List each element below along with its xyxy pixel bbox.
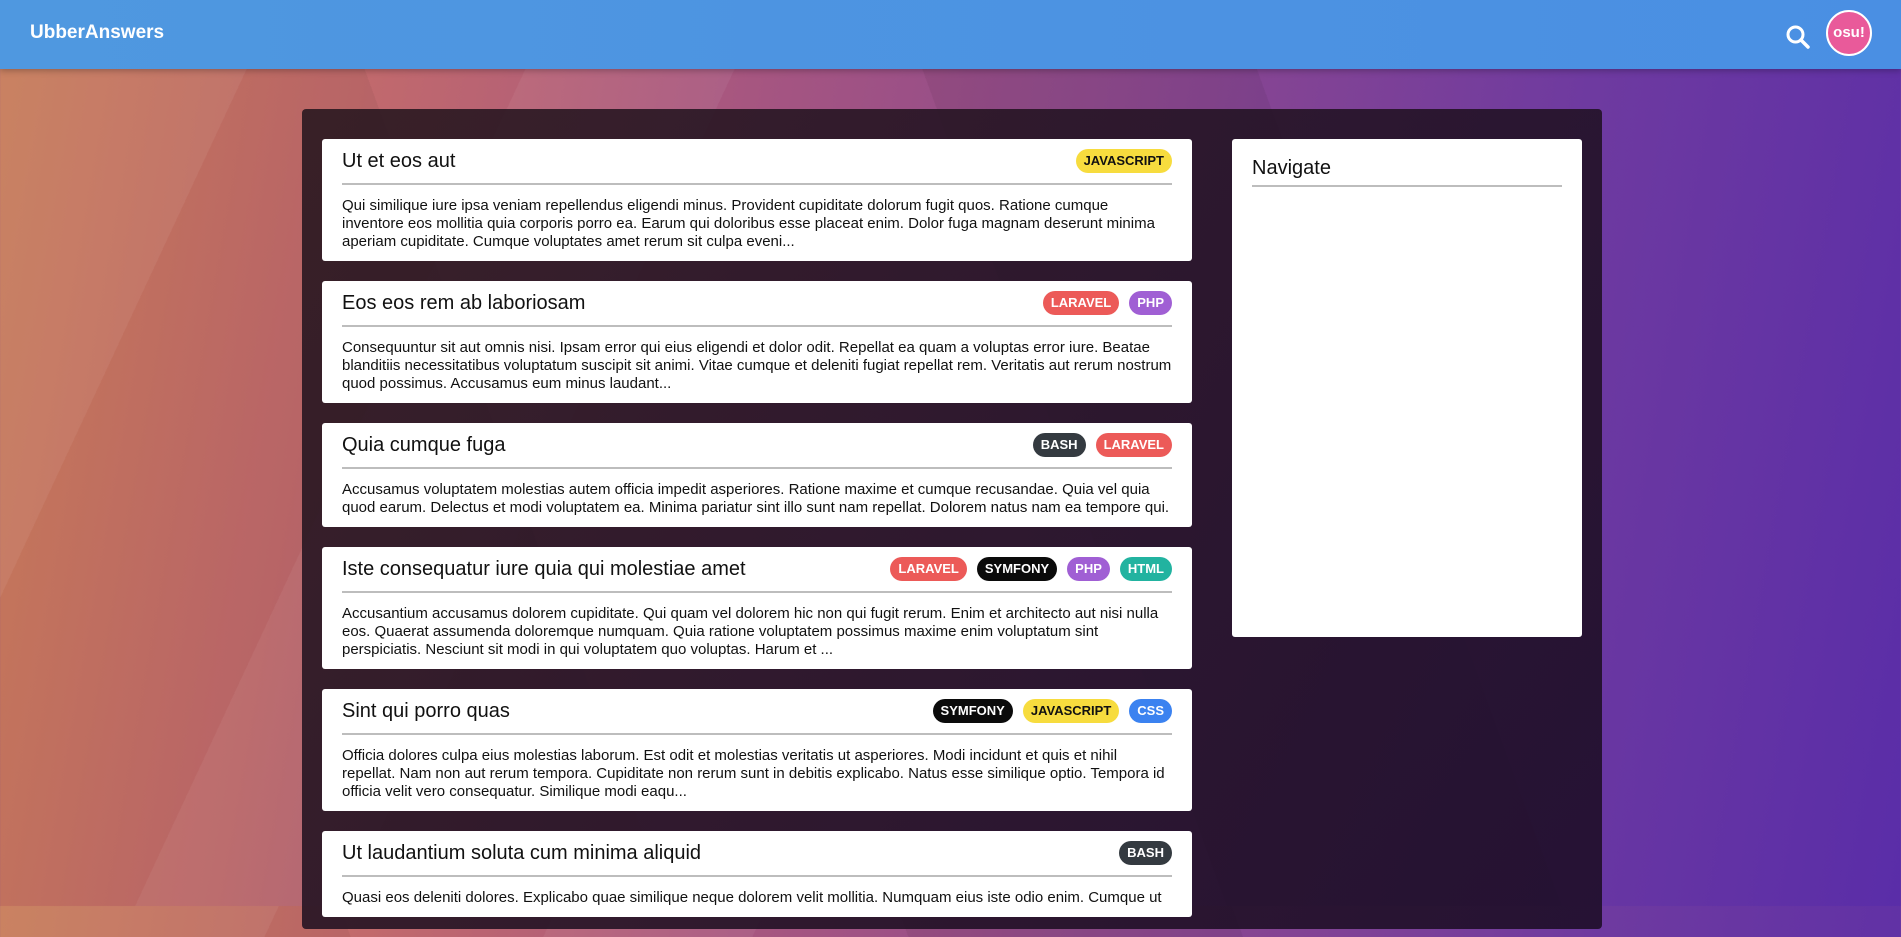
- post-card-header: Ut laudantium soluta cum minima aliquid B…: [342, 841, 1172, 877]
- tag-html[interactable]: HTML: [1119, 557, 1172, 581]
- post-card-header: Ut et eos aut JAVASCRIPT: [342, 149, 1172, 185]
- post-excerpt: Accusantium accusamus dolorem cupiditate…: [342, 605, 1159, 658]
- tag-list: LARAVEL SYMFONY PHP HTML: [890, 557, 1172, 581]
- tag-javascript[interactable]: JAVASCRIPT: [1022, 699, 1120, 723]
- post-card-header: Eos eos rem ab laboriosam LARAVEL PHP: [342, 291, 1172, 327]
- tag-php[interactable]: PHP: [1129, 291, 1172, 315]
- tag-laravel[interactable]: LARAVEL: [890, 557, 967, 581]
- navigate-sidebar: Navigate: [1232, 139, 1582, 637]
- post-card-header: Iste consequatur iure quia qui molestiae…: [342, 557, 1172, 593]
- tag-list: SYMFONY JAVASCRIPT CSS: [932, 699, 1172, 723]
- tag-list: BASH: [1119, 841, 1172, 865]
- tag-list: LARAVEL PHP: [1042, 291, 1172, 315]
- post-card[interactable]: Ut et eos aut JAVASCRIPT Qui similique iur…: [322, 139, 1192, 261]
- tag-bash[interactable]: BASH: [1119, 841, 1172, 865]
- post-excerpt: Consequuntur sit aut omnis nisi. Ipsam e…: [342, 339, 1172, 392]
- post-card[interactable]: Quia cumque fuga BASH LARAVEL Accusamus vol…: [322, 423, 1192, 527]
- post-excerpt: Qui similique iure ipsa veniam repellend…: [342, 197, 1155, 250]
- top-navbar: UbberAnswers osu!: [0, 0, 1901, 69]
- post-feed: Ut et eos aut JAVASCRIPT Qui similique iur…: [322, 139, 1192, 937]
- content-panel: Ut et eos aut JAVASCRIPT Qui similique iur…: [302, 109, 1602, 929]
- sidebar-title: Navigate: [1252, 157, 1562, 187]
- avatar[interactable]: osu!: [1826, 10, 1872, 56]
- post-title[interactable]: Ut et eos aut: [342, 150, 455, 173]
- tag-php[interactable]: PHP: [1067, 557, 1110, 581]
- post-excerpt: Quasi eos deleniti dolores. Explicabo qu…: [342, 889, 1162, 906]
- tag-symfony[interactable]: SYMFONY: [932, 699, 1013, 723]
- avatar-text: osu!: [1833, 23, 1865, 41]
- post-title[interactable]: Eos eos rem ab laboriosam: [342, 292, 585, 315]
- tag-css[interactable]: CSS: [1129, 699, 1172, 723]
- post-card[interactable]: Ut laudantium soluta cum minima aliquid B…: [322, 831, 1192, 917]
- tag-bash[interactable]: BASH: [1032, 433, 1086, 457]
- post-title[interactable]: Quia cumque fuga: [342, 434, 505, 457]
- post-excerpt: Accusamus voluptatem molestias autem off…: [342, 481, 1170, 516]
- tag-laravel[interactable]: LARAVEL: [1042, 291, 1120, 315]
- post-title[interactable]: Iste consequatur iure quia qui molestiae…: [342, 558, 746, 581]
- post-card[interactable]: Eos eos rem ab laboriosam LARAVEL PHP Conse…: [322, 281, 1192, 403]
- tag-list: BASH LARAVEL: [1032, 433, 1172, 457]
- brand-logo[interactable]: UbberAnswers: [30, 22, 164, 44]
- post-card-header: Quia cumque fuga BASH LARAVEL: [342, 433, 1172, 469]
- tag-laravel[interactable]: LARAVEL: [1095, 433, 1172, 457]
- tag-list: JAVASCRIPT: [1075, 149, 1172, 173]
- post-title[interactable]: Ut laudantium soluta cum minima aliquid: [342, 842, 701, 865]
- tag-javascript[interactable]: JAVASCRIPT: [1075, 149, 1172, 173]
- search-icon[interactable]: [1785, 24, 1811, 50]
- post-excerpt: Officia dolores culpa eius molestias lab…: [342, 747, 1165, 800]
- post-card[interactable]: Sint qui porro quas SYMFONY JAVASCRIPT CSS O…: [322, 689, 1192, 811]
- tag-symfony[interactable]: SYMFONY: [976, 557, 1058, 581]
- post-title[interactable]: Sint qui porro quas: [342, 700, 510, 723]
- post-card-header: Sint qui porro quas SYMFONY JAVASCRIPT CSS: [342, 699, 1172, 735]
- post-card[interactable]: Iste consequatur iure quia qui molestiae…: [322, 547, 1192, 669]
